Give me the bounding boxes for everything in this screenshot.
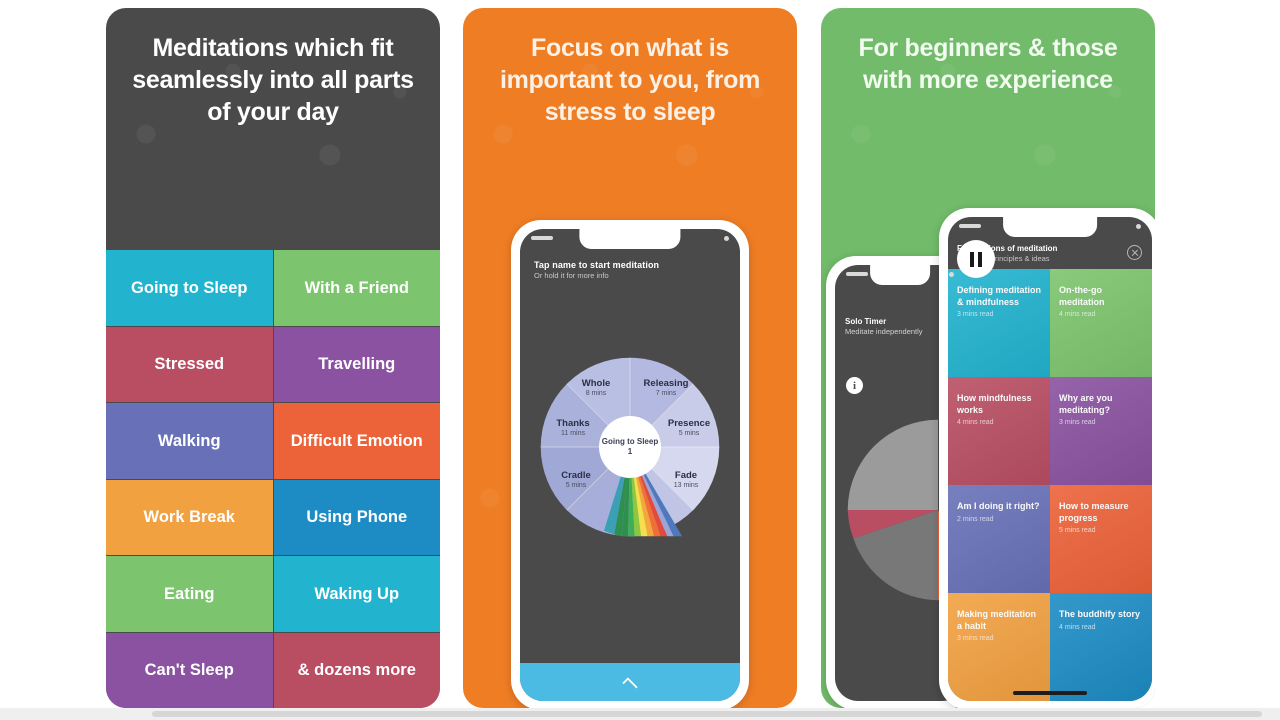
meditation-wheel[interactable]: Releasing 7 mins Presence 5 mins Fade 13…: [537, 354, 723, 540]
close-circle-icon[interactable]: [1127, 245, 1142, 260]
status-battery-icon: [949, 271, 954, 277]
card-title: How to measure progress: [1059, 501, 1129, 523]
tile-label: Can't Sleep: [144, 661, 234, 680]
wheel-screen-header: Tap name to start meditation Or hold it …: [534, 260, 726, 280]
tile-label: Travelling: [318, 355, 396, 374]
card-title: How mindfulness works: [957, 393, 1032, 415]
tile-eating[interactable]: Eating: [106, 556, 273, 632]
tile-dozens-more[interactable]: & dozens more: [273, 632, 440, 708]
panel-moments: Meditations which fit seamlessly into al…: [106, 8, 440, 708]
panel-focus: Focus on what is important to you, from …: [463, 8, 797, 708]
phone-screen: Tap name to start meditation Or hold it …: [520, 229, 740, 701]
status-time: [531, 236, 553, 240]
tile-label: Waking Up: [314, 584, 400, 603]
tile-using-phone[interactable]: Using Phone: [273, 479, 440, 555]
tile-label: Going to Sleep: [131, 278, 248, 297]
info-icon[interactable]: i: [846, 377, 863, 394]
card-the-buddhify-story[interactable]: The buddhify story 4 mins read: [1050, 593, 1152, 701]
tile-cant-sleep[interactable]: Can't Sleep: [106, 632, 273, 708]
chevron-up-icon: [622, 677, 638, 693]
tile-label: Walking: [157, 431, 221, 450]
tile-label: & dozens more: [297, 661, 416, 680]
status-bar: [835, 268, 965, 280]
scrollbar-thumb[interactable]: [152, 711, 1262, 717]
card-on-the-go-meditation[interactable]: On-the-go meditation 4 mins read: [1050, 269, 1152, 377]
foundations-card-grid: Defining meditation & mindfulness 3 mins…: [948, 269, 1152, 701]
card-title: The buddhify story: [1059, 609, 1140, 619]
card-making-meditation-a-habit[interactable]: Making meditation a habit 3 mins read: [948, 593, 1050, 701]
tile-travelling[interactable]: Travelling: [273, 326, 440, 402]
card-title: On-the-go meditation: [1059, 285, 1105, 307]
tile-going-to-sleep[interactable]: Going to Sleep: [106, 250, 273, 326]
card-title: Defining meditation & mindfulness: [957, 285, 1041, 307]
status-bar: [948, 220, 1152, 232]
status-battery-icon: [1136, 223, 1141, 229]
tile-label: Eating: [164, 584, 215, 603]
expand-drawer-bar[interactable]: [520, 663, 740, 701]
card-meta: 3 mins read: [1059, 419, 1096, 426]
wheel-screen-title: Tap name to start meditation: [534, 260, 660, 270]
tile-work-break[interactable]: Work Break: [106, 479, 273, 555]
tile-walking[interactable]: Walking: [106, 403, 273, 479]
pause-icon[interactable]: [957, 240, 995, 278]
tile-difficult-emotion[interactable]: Difficult Emotion: [273, 403, 440, 479]
card-meta: 5 mins read: [1059, 527, 1096, 534]
panel-experience-headline: For beginners & those with more experien…: [858, 34, 1118, 94]
wheel-screen-subtitle: Or hold it for more info: [534, 271, 609, 280]
card-how-to-measure-progress[interactable]: How to measure progress 5 mins read: [1050, 485, 1152, 593]
tile-stressed[interactable]: Stressed: [106, 326, 273, 402]
card-how-mindfulness-works[interactable]: How mindfulness works 4 mins read: [948, 377, 1050, 485]
card-meta: 3 mins read: [957, 311, 994, 318]
app-store-screenshot-gallery: Meditations which fit seamlessly into al…: [0, 0, 1280, 720]
tile-label: Difficult Emotion: [290, 431, 423, 450]
tile-label: With a Friend: [304, 278, 409, 297]
status-bar: [520, 232, 740, 244]
panel-moments-headline: Meditations which fit seamlessly into al…: [132, 34, 414, 126]
phone-mockup-wheel: Tap name to start meditation Or hold it …: [511, 220, 749, 708]
card-title: Why are you meditating?: [1059, 393, 1113, 415]
card-meta: 4 mins read: [1059, 623, 1096, 631]
phone-screen: Foundations of meditation Important prin…: [948, 217, 1152, 701]
card-title: Making meditation a habit: [957, 609, 1037, 631]
tile-label: Work Break: [143, 508, 235, 527]
status-time: [846, 272, 868, 276]
tile-label: Using Phone: [306, 508, 408, 527]
card-defining-meditation[interactable]: Defining meditation & mindfulness 3 mins…: [948, 269, 1050, 377]
card-meta: 4 mins read: [1059, 311, 1096, 318]
wheel-hub-text: Going to Sleep 1: [601, 437, 659, 456]
panel-focus-headline: Focus on what is important to you, from …: [499, 34, 761, 126]
tile-with-a-friend[interactable]: With a Friend: [273, 250, 440, 326]
tile-waking-up[interactable]: Waking Up: [273, 556, 440, 632]
panel-experience: For beginners & those with more experien…: [821, 8, 1155, 708]
status-time: [959, 224, 981, 228]
status-battery-icon: [724, 235, 729, 241]
home-indicator: [1013, 691, 1087, 695]
wheel-center-label[interactable]: Going to Sleep 1: [599, 416, 661, 478]
phone-mockup-foundations: Foundations of meditation Important prin…: [939, 208, 1155, 708]
card-meta: 4 mins read: [957, 419, 994, 426]
tile-label: Stressed: [154, 355, 225, 374]
card-am-i-doing-it-right[interactable]: Am I doing it right? 2 mins read: [948, 485, 1050, 593]
card-meta: 2 mins read: [957, 515, 994, 523]
pause-bar-right: [978, 251, 982, 267]
horizontal-scrollbar[interactable]: [0, 708, 1280, 720]
moments-tile-grid: Going to Sleep With a Friend Stressed Tr…: [106, 250, 440, 708]
card-title: Am I doing it right?: [957, 501, 1040, 511]
pause-bar-left: [970, 251, 974, 267]
card-meta: 3 mins read: [957, 635, 994, 642]
card-why-are-you-meditating[interactable]: Why are you meditating? 3 mins read: [1050, 377, 1152, 485]
